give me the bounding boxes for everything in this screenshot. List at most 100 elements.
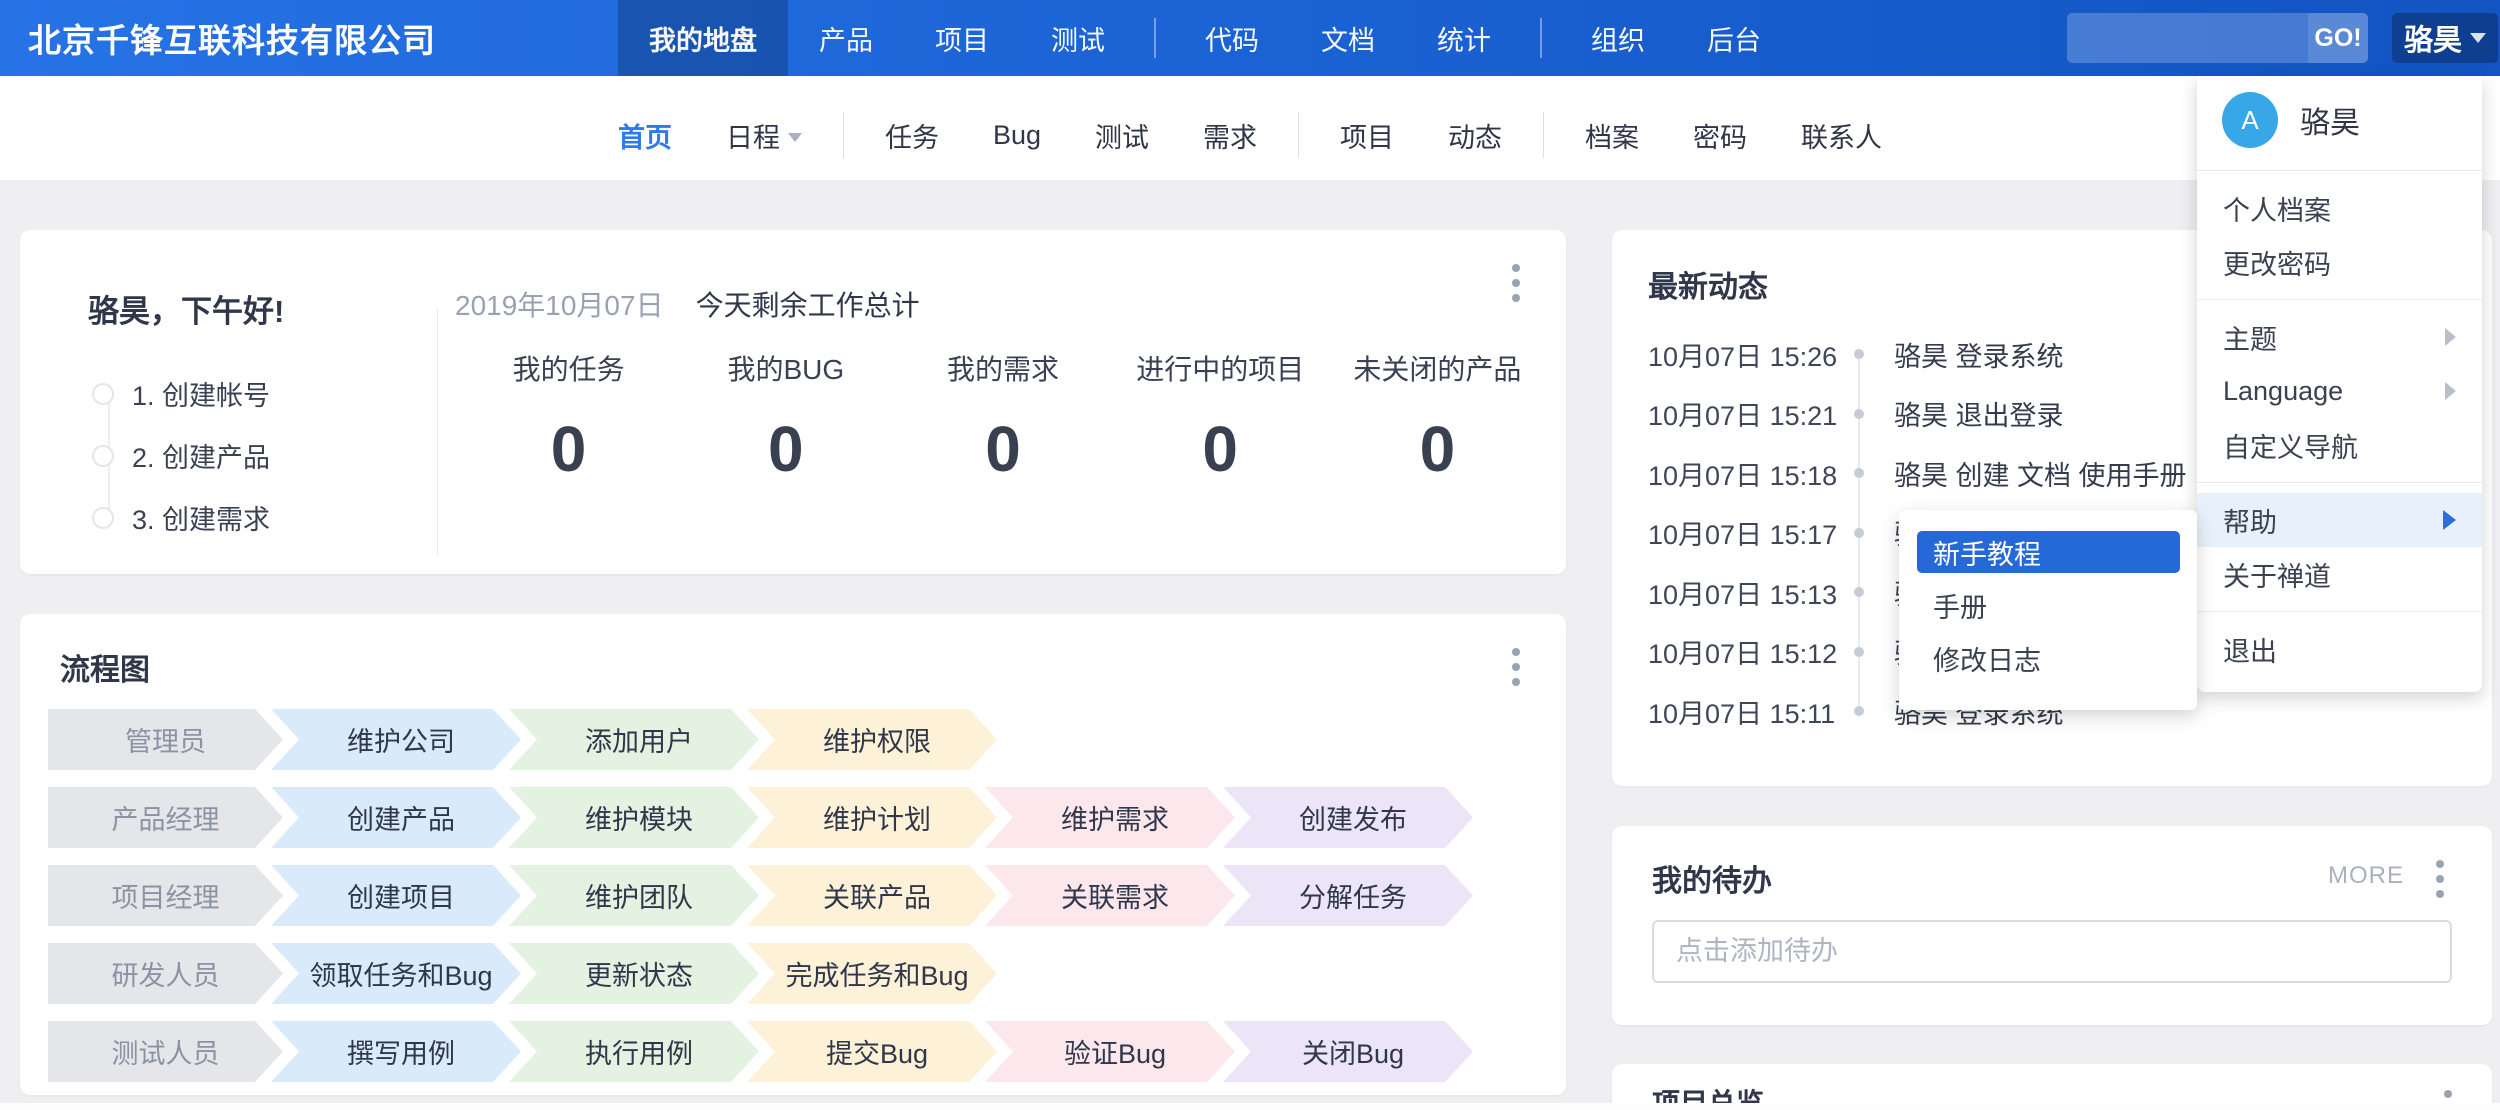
flow-role-产品经理[interactable]: 产品经理 — [48, 787, 283, 848]
top-nav-item-我的地盘[interactable]: 我的地盘 — [618, 0, 788, 76]
stat-value: 0 — [1112, 412, 1329, 486]
sub-nav-item-档案[interactable]: 档案 — [1558, 116, 1666, 155]
flow-step-维护模块[interactable]: 维护模块 — [509, 787, 759, 848]
sub-nav-item-日程[interactable]: 日程 — [699, 116, 829, 155]
top-nav-item-统计[interactable]: 统计 — [1406, 0, 1522, 76]
flow-role-管理员[interactable]: 管理员 — [48, 709, 283, 770]
stat-我的BUG[interactable]: 我的BUG0 — [677, 348, 894, 486]
top-nav-item-后台[interactable]: 后台 — [1676, 0, 1792, 76]
avatar: A — [2222, 92, 2278, 148]
submenu-item-手册[interactable]: 手册 — [1917, 584, 2180, 626]
menu-item-主题[interactable]: 主题 — [2197, 310, 2482, 364]
work-summary-stats: 我的任务0我的BUG0我的需求0进行中的项目0未关闭的产品0 — [460, 348, 1546, 486]
sub-nav-item-首页[interactable]: 首页 — [591, 116, 699, 155]
sub-nav-item-密码[interactable]: 密码 — [1666, 116, 1774, 155]
user-menu-button[interactable]: 骆昊 — [2392, 13, 2498, 63]
sub-nav-item-label: 日程 — [726, 116, 780, 155]
kebab-menu-icon[interactable] — [1506, 642, 1526, 692]
flow-step-维护计划[interactable]: 维护计划 — [747, 787, 997, 848]
stat-label: 我的需求 — [894, 348, 1111, 388]
timeline-dot-icon — [1854, 468, 1864, 478]
chevron-down-icon — [2470, 33, 2486, 43]
flow-step-创建发布[interactable]: 创建发布 — [1223, 787, 1473, 848]
flow-step-提交Bug[interactable]: 提交Bug — [747, 1021, 997, 1082]
flow-role-项目经理[interactable]: 项目经理 — [48, 865, 283, 926]
flow-step-维护权限[interactable]: 维护权限 — [747, 709, 997, 770]
sub-nav-item-需求[interactable]: 需求 — [1176, 116, 1284, 155]
flow-row: 研发人员领取任务和Bug更新状态完成任务和Bug — [48, 943, 997, 1004]
menu-item-关于禅道[interactable]: 关于禅道 — [2197, 547, 2482, 601]
stat-我的需求[interactable]: 我的需求0 — [894, 348, 1111, 486]
flow-row: 产品经理创建产品维护模块维护计划维护需求创建发布 — [48, 787, 1473, 848]
flow-step-验证Bug[interactable]: 验证Bug — [985, 1021, 1235, 1082]
flow-role-研发人员[interactable]: 研发人员 — [48, 943, 283, 1004]
arrow-right-icon — [2443, 510, 2456, 530]
activity-text[interactable]: 骆昊 创建 文档 使用手册 — [1894, 454, 2187, 493]
onboarding-step[interactable]: 1. 创建帐号 — [92, 374, 270, 413]
activity-text[interactable]: 骆昊 登录系统 — [1894, 335, 2064, 374]
search-go-button[interactable]: GO! — [2308, 13, 2368, 63]
activity-time: 10月07日 15:11 — [1648, 692, 1854, 731]
flowchart-card: 流程图 管理员维护公司添加用户维护权限产品经理创建产品维护模块维护计划维护需求创… — [20, 614, 1566, 1095]
sub-nav-item-项目[interactable]: 项目 — [1313, 116, 1421, 155]
sub-nav-items: 首页 日程 任务Bug测试需求项目动态档案密码联系人 — [0, 112, 2500, 158]
flow-step-维护需求[interactable]: 维护需求 — [985, 787, 1235, 848]
top-nav-item-文档[interactable]: 文档 — [1290, 0, 1406, 76]
top-nav-item-项目[interactable]: 项目 — [904, 0, 1020, 76]
flow-step-添加用户[interactable]: 添加用户 — [509, 709, 759, 770]
flow-step-维护公司[interactable]: 维护公司 — [271, 709, 521, 770]
onboarding-step[interactable]: 2. 创建产品 — [92, 436, 270, 475]
menu-item-label: 个人档案 — [2223, 189, 2456, 228]
activity-text[interactable]: 骆昊 退出登录 — [1894, 394, 2064, 433]
more-link[interactable]: MORE — [2328, 862, 2404, 890]
menu-item-label: 更改密码 — [2223, 243, 2456, 282]
submenu-item-新手教程[interactable]: 新手教程 — [1917, 531, 2180, 573]
flow-step-分解任务[interactable]: 分解任务 — [1223, 865, 1473, 926]
flow-step-更新状态[interactable]: 更新状态 — [509, 943, 759, 1004]
flow-row: 管理员维护公司添加用户维护权限 — [48, 709, 997, 770]
flowchart-title: 流程图 — [60, 645, 150, 689]
summary-label: 今天剩余工作总计 — [696, 284, 920, 324]
stat-进行中的项目[interactable]: 进行中的项目0 — [1112, 348, 1329, 486]
sub-nav-item-联系人[interactable]: 联系人 — [1774, 116, 1909, 155]
flow-step-关闭Bug[interactable]: 关闭Bug — [1223, 1021, 1473, 1082]
menu-item-退出[interactable]: 退出 — [2197, 622, 2482, 676]
flow-step-完成任务和Bug[interactable]: 完成任务和Bug — [747, 943, 997, 1004]
kebab-menu-icon[interactable] — [2430, 854, 2450, 904]
stat-未关闭的产品[interactable]: 未关闭的产品0 — [1329, 348, 1546, 486]
flow-step-创建项目[interactable]: 创建项目 — [271, 865, 521, 926]
top-nav-item-测试[interactable]: 测试 — [1020, 0, 1136, 76]
flow-step-维护团队[interactable]: 维护团队 — [509, 865, 759, 926]
flow-step-关联产品[interactable]: 关联产品 — [747, 865, 997, 926]
flow-step-创建产品[interactable]: 创建产品 — [271, 787, 521, 848]
flow-step-关联需求[interactable]: 关联需求 — [985, 865, 1235, 926]
onboarding-step[interactable]: 3. 创建需求 — [92, 498, 270, 537]
kebab-menu-icon[interactable] — [1506, 258, 1526, 308]
menu-item-Language[interactable]: Language — [2197, 364, 2482, 418]
menu-item-更改密码[interactable]: 更改密码 — [2197, 235, 2482, 289]
menu-item-个人档案[interactable]: 个人档案 — [2197, 181, 2482, 235]
stat-我的任务[interactable]: 我的任务0 — [460, 348, 677, 486]
add-todo-input[interactable] — [1652, 920, 2452, 983]
sub-nav-item-label: 密码 — [1693, 116, 1747, 155]
sub-nav-divider — [1298, 112, 1299, 158]
sub-nav-item-Bug[interactable]: Bug — [966, 120, 1068, 151]
top-nav-item-产品[interactable]: 产品 — [788, 0, 904, 76]
activity-row: 10月07日 15:26骆昊 登录系统 — [1648, 327, 2064, 381]
flow-role-测试人员[interactable]: 测试人员 — [48, 1021, 283, 1082]
search-input[interactable] — [2067, 13, 2308, 63]
flow-step-执行用例[interactable]: 执行用例 — [509, 1021, 759, 1082]
flow-step-撰写用例[interactable]: 撰写用例 — [271, 1021, 521, 1082]
top-nav-item-组织[interactable]: 组织 — [1560, 0, 1676, 76]
sub-nav-item-动态[interactable]: 动态 — [1421, 116, 1529, 155]
menu-item-帮助[interactable]: 帮助 — [2197, 493, 2482, 547]
step-circle-icon — [92, 507, 114, 529]
sub-nav-item-label: 首页 — [618, 116, 672, 155]
sub-nav-divider — [1543, 112, 1544, 158]
sub-nav-item-任务[interactable]: 任务 — [858, 116, 966, 155]
sub-nav-item-测试[interactable]: 测试 — [1068, 116, 1176, 155]
submenu-item-修改日志[interactable]: 修改日志 — [1917, 637, 2180, 679]
flow-step-领取任务和Bug[interactable]: 领取任务和Bug — [271, 943, 521, 1004]
menu-item-自定义导航[interactable]: 自定义导航 — [2197, 418, 2482, 472]
top-nav-item-代码[interactable]: 代码 — [1174, 0, 1290, 76]
